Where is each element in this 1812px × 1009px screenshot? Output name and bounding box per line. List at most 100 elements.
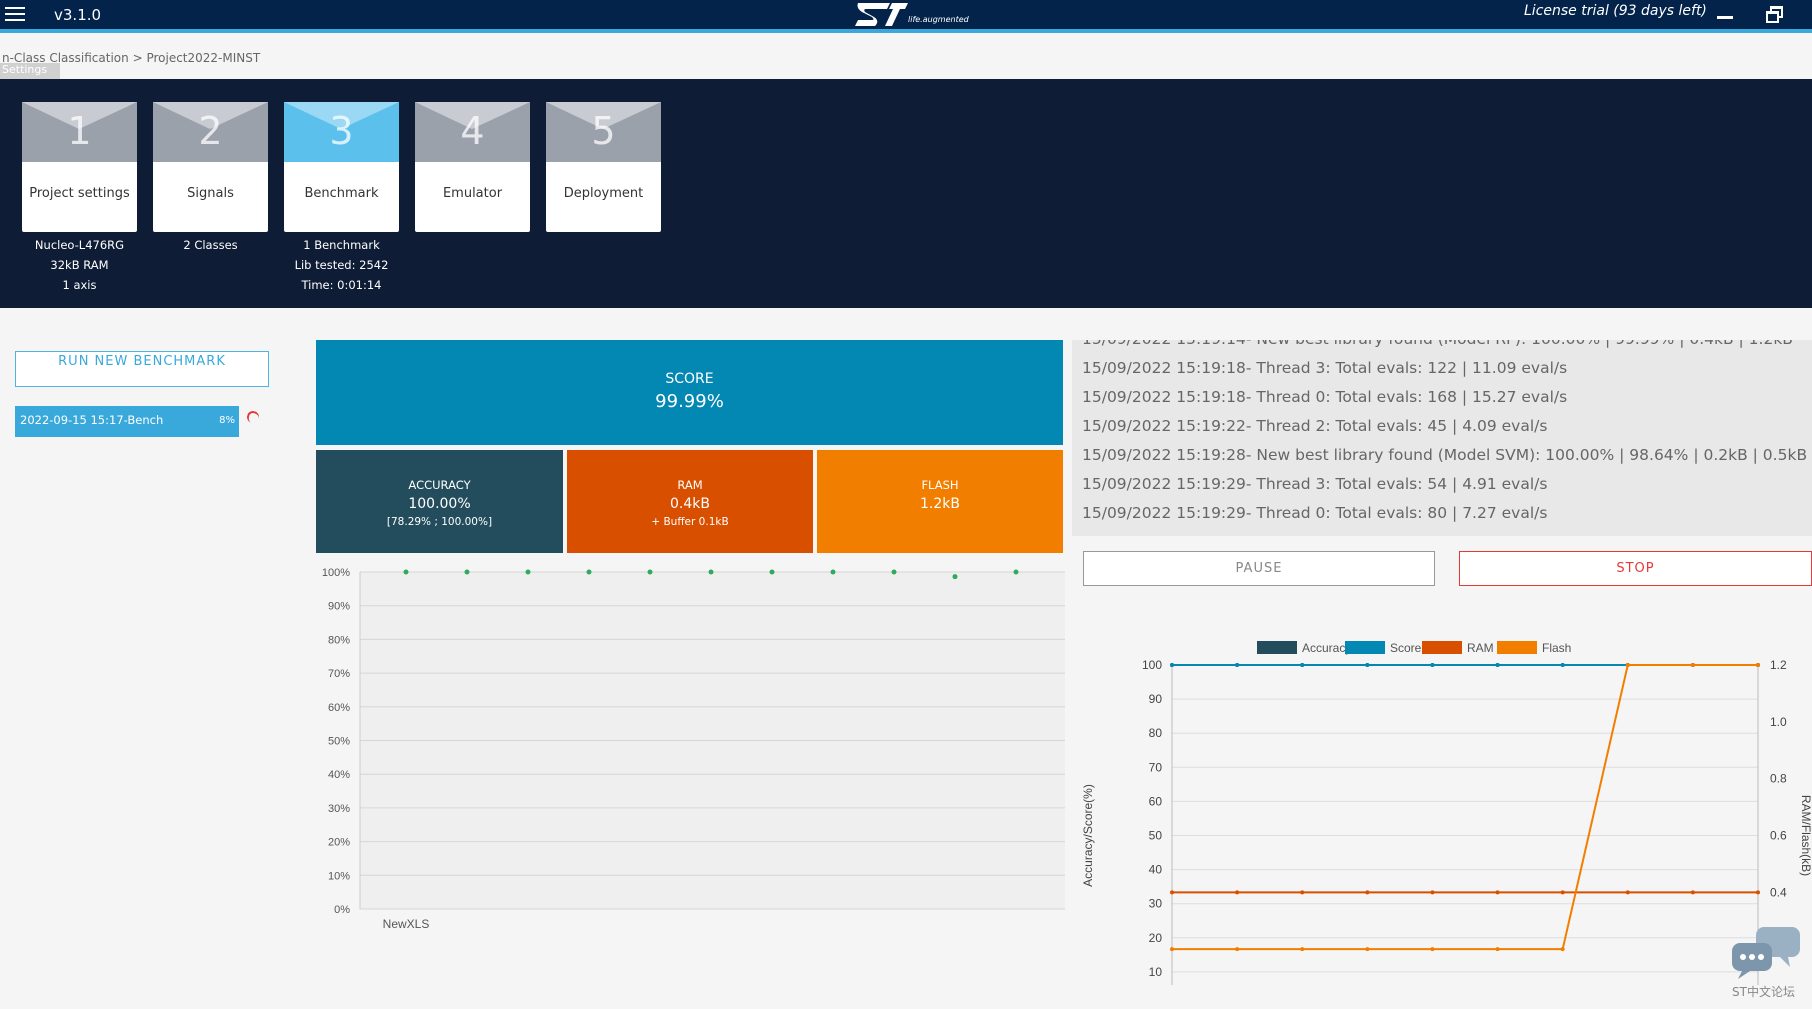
step-card-1[interactable]: 1 Project settings [22, 102, 137, 232]
legend-label: Score [1390, 641, 1422, 655]
data-point [1013, 569, 1019, 575]
y-axis-title: Accuracy/Score(%) [1081, 784, 1095, 887]
legend-swatch [1345, 641, 1385, 654]
y2-tick-label: 0.6 [1770, 829, 1787, 843]
step-info-line: Lib tested: 2542 [294, 258, 389, 272]
series-point [1495, 947, 1500, 952]
y2-tick-label: 0.8 [1770, 772, 1787, 786]
chat-label: ST中文论坛 [1732, 985, 1795, 999]
y-tick-label: 60% [328, 702, 350, 714]
pause-button[interactable]: PAUSE [1083, 551, 1435, 586]
stop-button[interactable]: STOP [1459, 551, 1812, 586]
step-number-area: 1 [22, 102, 137, 162]
flash-tile: FLASH 1.2kB [817, 450, 1063, 553]
log-line: 15/09/2022 15:19:18- Thread 0: Total eva… [1082, 388, 1568, 406]
benchmark-item-progress: 8% [219, 415, 235, 426]
flash-title: FLASH [921, 478, 959, 492]
y-tick-label: 60 [1149, 794, 1163, 808]
data-point [464, 569, 470, 575]
step-info-line: 1 axis [62, 278, 97, 292]
step-card-2[interactable]: 2 Signals [153, 102, 268, 232]
legend-label: Accuracy [1302, 641, 1351, 655]
series-point [1690, 663, 1695, 667]
benchmark-log[interactable]: 15/09/2022 15:19:14- New best library fo… [1072, 340, 1812, 536]
y-tick-label: 80 [1149, 726, 1163, 740]
series-point [1300, 663, 1305, 668]
step-number: 4 [460, 109, 485, 153]
series-point [1625, 890, 1630, 895]
step-number: 5 [591, 109, 616, 153]
log-line: 15/09/2022 15:19:29- Thread 3: Total eva… [1082, 475, 1548, 493]
step-number: 1 [67, 109, 92, 153]
step-number-area: 5 [546, 102, 661, 162]
log-line: 15/09/2022 15:19:28- New best library fo… [1082, 446, 1808, 464]
y-tick-label: 100 [1142, 658, 1162, 672]
step-info: 2 Classes [153, 235, 268, 255]
data-point [952, 574, 958, 580]
data-point [647, 569, 653, 575]
series-point [1560, 890, 1565, 895]
legend-swatch [1257, 641, 1297, 654]
benchmark-line-chart: Accuracy Score RAM Flash 100 90 80 70 60 50 40 30 20… [1081, 641, 1812, 985]
workflow-steps-banner: 1 Project settings Nucleo-L476RG 32kB RAM 1 … [0, 79, 1812, 308]
benchmark-item-label: 2022-09-15 15:17-Bench [20, 413, 164, 427]
y-tick-label: 30% [328, 803, 350, 815]
step-name: Benchmark [304, 186, 379, 201]
log-line: 15/09/2022 15:19:18- Thread 3: Total eva… [1082, 359, 1568, 377]
menu-icon[interactable] [5, 7, 25, 23]
accuracy-value: 100.00% [408, 496, 471, 512]
accuracy-scatter-chart: 100% 90% 80% 70% 60% 50% 40% 30% 20% 10% 0% NewXLS [322, 567, 1065, 931]
step-number-area: 3 [284, 102, 399, 162]
run-new-benchmark-button[interactable]: RUN NEW BENCHMARK [15, 351, 269, 387]
step-name: Deployment [563, 186, 644, 201]
y-tick-label: 10 [1149, 965, 1163, 979]
y-tick-label: 70% [328, 668, 350, 680]
x-axis-label: NewXLS [383, 917, 430, 931]
y2-tick-label: 1.0 [1770, 715, 1787, 729]
series-point [1430, 890, 1435, 895]
restore-window-icon[interactable] [1766, 6, 1784, 24]
y2-axis-title: RAM/Flash(kB) [1799, 795, 1812, 876]
y-tick-label: 100% [322, 567, 350, 579]
step-card-5[interactable]: 5 Deployment [546, 102, 661, 232]
y-tick-label: 70 [1149, 760, 1163, 774]
step-info-line: 32kB RAM [50, 258, 109, 272]
data-point [525, 569, 531, 575]
loading-spinner-icon [245, 409, 261, 425]
step-info: Nucleo-L476RG 32kB RAM 1 axis [22, 235, 137, 295]
y-tick-label: 20 [1149, 931, 1163, 945]
accuracy-tile: ACCURACY 100.00% [78.29% ; 100.00%] [316, 450, 563, 553]
series-point [1170, 947, 1174, 952]
logo-tagline: life.augmented [908, 15, 969, 24]
benchmark-list-item[interactable]: 2022-09-15 15:17-Bench 8% [15, 406, 239, 437]
step-name: Signals [187, 186, 234, 201]
series-point [1430, 663, 1435, 668]
license-status: License trial (93 days left) [1524, 3, 1707, 19]
breadcrumb-project-name[interactable]: Project2022-MINST [146, 51, 260, 65]
step-name: Emulator [442, 186, 503, 201]
step-card-3[interactable]: 3 Benchmark [284, 102, 399, 232]
step-card-4[interactable]: 4 Emulator [415, 102, 530, 232]
step-info-line: Nucleo-L476RG [34, 238, 125, 252]
y-tick-label: 40% [328, 769, 350, 781]
y-tick-label: 50 [1149, 829, 1163, 843]
series-point [1170, 890, 1174, 895]
series-point [1300, 890, 1305, 895]
accuracy-range: [78.29% ; 100.00%] [386, 516, 493, 528]
series-point [1170, 663, 1174, 668]
step-name: Project settings [29, 186, 130, 201]
series-point [1365, 947, 1370, 952]
data-point [403, 569, 409, 575]
series-point [1756, 663, 1760, 667]
series-point [1235, 947, 1240, 952]
legend-swatch [1497, 641, 1537, 654]
y-tick-label: 0% [334, 904, 350, 916]
minimize-icon[interactable] [1717, 8, 1734, 26]
step-number-area: 2 [153, 102, 268, 162]
series-point [1495, 890, 1500, 895]
ram-tile: RAM 0.4kB + Buffer 0.1kB [567, 450, 813, 553]
chat-icon[interactable] [1728, 923, 1804, 979]
y2-tick-label: 1.2 [1770, 658, 1787, 672]
series-point [1495, 663, 1500, 668]
y2-tick-label: 0.4 [1770, 885, 1787, 899]
